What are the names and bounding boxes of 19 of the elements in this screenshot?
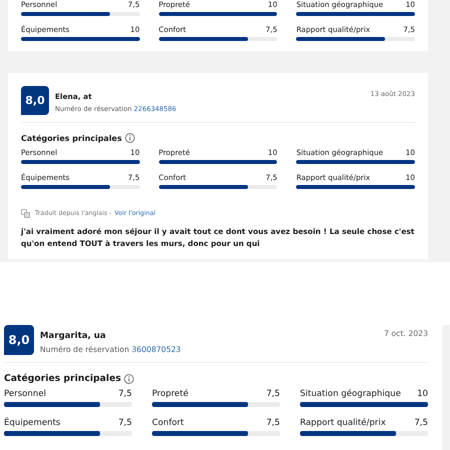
- category-score: 7,5: [118, 389, 132, 399]
- category-name: Rapport qualité/prix: [300, 418, 386, 428]
- category-score: 7,5: [266, 389, 280, 399]
- categories-title: Catégories principales: [4, 373, 122, 384]
- category-name: Personnel: [4, 389, 46, 399]
- score-badge: 8,0: [4, 325, 34, 355]
- category-score: 10: [417, 389, 428, 399]
- category-score: 7,5: [266, 418, 280, 428]
- category-name: Équipements: [4, 418, 60, 428]
- info-icon[interactable]: [124, 133, 135, 143]
- info-icon[interactable]: [124, 374, 134, 384]
- reviewer-name: Margarita, ua: [40, 331, 107, 341]
- score-badge: 8,0: [21, 86, 49, 115]
- category-name: Confort: [152, 418, 184, 428]
- category-score: 7,5: [414, 418, 428, 428]
- category-name: Propreté: [152, 389, 188, 399]
- category-score: 7,5: [118, 418, 132, 428]
- translate-icon: [21, 209, 30, 218]
- category-name: Situation géographique: [300, 389, 401, 399]
